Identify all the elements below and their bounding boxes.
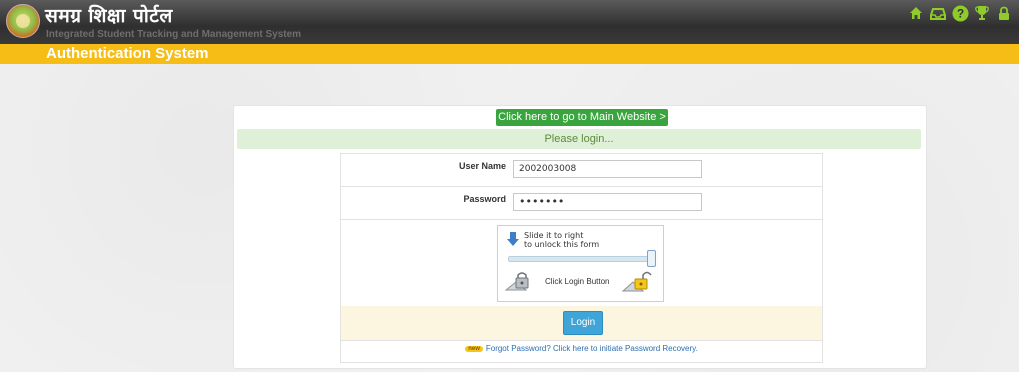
password-input[interactable]: •••••••	[513, 193, 702, 211]
help-icon[interactable]: ?	[951, 4, 969, 22]
new-badge: new	[465, 345, 483, 352]
login-button[interactable]: Login	[563, 311, 603, 335]
login-form: User Name 2002003008 Password ••••••• Sl…	[340, 153, 823, 363]
portal-title: समग्र शिक्षा पोर्टल	[45, 5, 173, 27]
password-row: Password •••••••	[341, 187, 822, 220]
username-row: User Name 2002003008	[341, 154, 822, 187]
inbox-icon[interactable]	[929, 4, 947, 22]
forgot-password-link[interactable]: Forgot Password? Click here to initiate …	[486, 344, 698, 353]
slider-track[interactable]	[508, 256, 655, 262]
locked-padlock-icon	[504, 270, 536, 297]
trophy-icon[interactable]	[973, 4, 991, 22]
home-icon[interactable]	[907, 4, 925, 22]
section-title: Authentication System	[46, 45, 209, 62]
header-icons: ?	[907, 4, 1013, 22]
down-arrow-icon	[506, 231, 520, 252]
unlock-slider-box: Slide it to right to unlock this form Cl…	[497, 225, 664, 302]
portal-subtitle: Integrated Student Tracking and Manageme…	[46, 29, 302, 40]
main-website-link[interactable]: Click here to go to Main Website >	[496, 109, 668, 126]
login-button-row: Login	[341, 306, 822, 341]
unlocked-padlock-icon	[621, 269, 655, 298]
password-label: Password	[463, 194, 506, 204]
slider-handle[interactable]	[647, 250, 656, 267]
section-bar: Authentication System	[0, 44, 1019, 64]
slider-instruction-line2: to unlock this form	[524, 240, 600, 249]
click-login-text: Click Login Button	[545, 277, 610, 286]
slider-instruction: Slide it to right to unlock this form	[524, 231, 599, 249]
forgot-password-row: new Forgot Password? Click here to initia…	[341, 344, 822, 353]
portal-logo-icon[interactable]	[6, 4, 40, 38]
lock-icon[interactable]	[995, 4, 1013, 22]
top-header: समग्र शिक्षा पोर्टल Integrated Student T…	[0, 0, 1019, 44]
username-label: User Name	[458, 161, 506, 171]
slider-instruction-line1: Slide it to right	[524, 231, 584, 240]
login-notice: Please login...	[237, 129, 921, 149]
login-panel: Click here to go to Main Website > Pleas…	[233, 105, 927, 369]
username-input[interactable]: 2002003008	[513, 160, 702, 178]
svg-text:?: ?	[956, 6, 963, 20]
